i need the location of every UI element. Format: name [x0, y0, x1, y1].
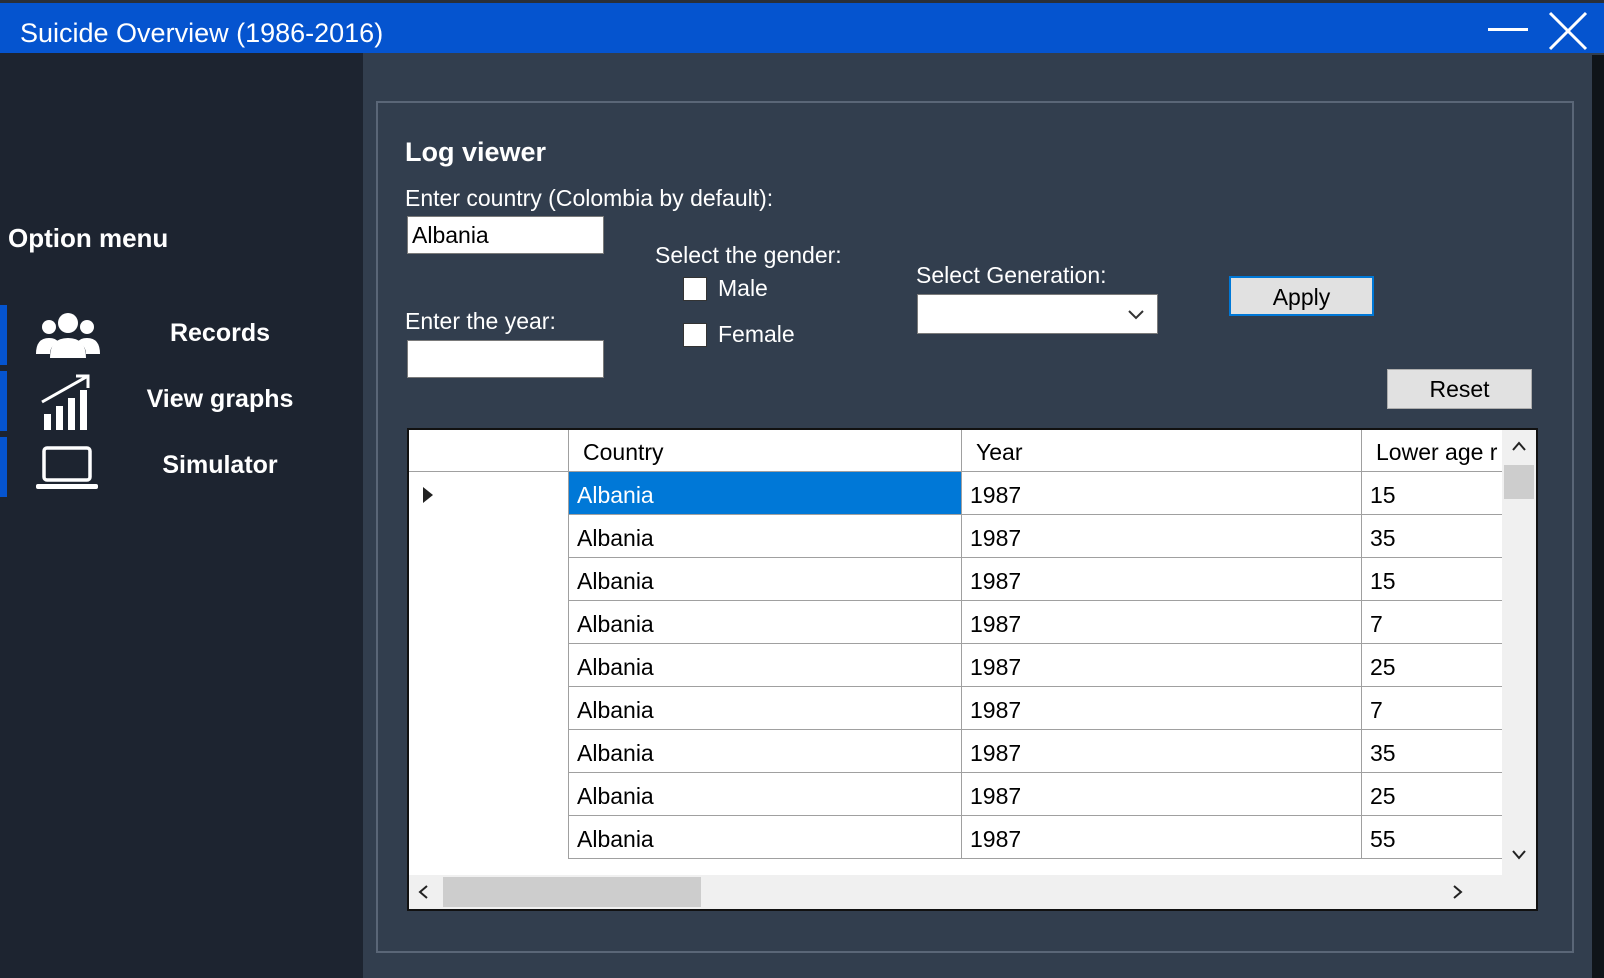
panel-title: Log viewer	[405, 137, 547, 167]
sidebar-item-records[interactable]: Records	[0, 305, 363, 365]
country-label: Enter country (Colombia by default):	[405, 185, 774, 211]
table-cell[interactable]: Albania	[569, 644, 962, 687]
title-bar[interactable]: Suicide Overview (1986-2016)	[0, 0, 1604, 53]
table-cell[interactable]: 1987	[962, 515, 1362, 558]
year-label: Enter the year:	[405, 308, 556, 334]
sidebar-title: Option menu	[8, 223, 169, 253]
year-input[interactable]	[407, 340, 604, 378]
row-header[interactable]	[409, 816, 569, 859]
female-checkbox[interactable]	[683, 323, 707, 347]
scroll-down-icon[interactable]	[1511, 849, 1527, 861]
male-label: Male	[718, 275, 768, 301]
table-cell[interactable]: Albania	[569, 558, 962, 601]
window-edge	[1592, 55, 1604, 978]
chevron-down-icon	[1128, 310, 1144, 320]
sidebar-item-simulator[interactable]: Simulator	[0, 437, 363, 497]
table-cell[interactable]: Albania	[569, 515, 962, 558]
row-header[interactable]	[409, 558, 569, 601]
table-cell[interactable]: 1987	[962, 730, 1362, 773]
apply-button[interactable]: Apply	[1229, 276, 1374, 316]
row-header[interactable]	[409, 472, 569, 515]
table-cell[interactable]: Albania	[569, 687, 962, 730]
table-cell[interactable]: Albania	[569, 472, 962, 515]
records-table[interactable]: Country Year Lower age r Albania 1987 15 Al…	[407, 428, 1538, 911]
reset-button[interactable]: Reset	[1387, 369, 1532, 409]
sidebar-item-label: Simulator	[162, 451, 278, 479]
app-window: Suicide Overview (1986-2016) Option menu…	[0, 0, 1604, 978]
horizontal-scroll-thumb[interactable]	[443, 877, 701, 907]
sidebar-item-view-graphs[interactable]: View graphs	[0, 371, 363, 431]
sidebar-item-label: Records	[169, 319, 271, 347]
row-header-corner	[409, 430, 569, 472]
generation-select[interactable]	[917, 294, 1158, 334]
log-viewer-panel: Log viewer Enter country (Colombia by de…	[376, 101, 1574, 953]
active-indicator	[0, 305, 7, 365]
scroll-up-icon[interactable]	[1511, 440, 1527, 452]
table-cell[interactable]: 1987	[962, 687, 1362, 730]
scroll-right-icon[interactable]	[1451, 884, 1465, 900]
nav-indicator	[0, 371, 7, 431]
current-row-icon	[423, 487, 433, 503]
table-cell[interactable]: Albania	[569, 730, 962, 773]
row-header[interactable]	[409, 687, 569, 730]
sidebar-item-label: View graphs	[146, 385, 294, 413]
column-header-country[interactable]: Country	[569, 430, 962, 472]
vertical-scroll-thumb[interactable]	[1504, 465, 1534, 499]
scroll-left-icon[interactable]	[417, 884, 431, 900]
table-cell[interactable]: 1987	[962, 816, 1362, 859]
gender-label: Select the gender:	[655, 242, 842, 268]
country-input[interactable]	[407, 216, 604, 254]
close-icon	[1548, 11, 1588, 51]
column-header-year[interactable]: Year	[962, 430, 1362, 472]
male-checkbox[interactable]	[683, 277, 707, 301]
table-cell[interactable]: 1987	[962, 558, 1362, 601]
window-title: Suicide Overview (1986-2016)	[20, 18, 384, 48]
table-cell[interactable]: 1987	[962, 601, 1362, 644]
row-header[interactable]	[409, 773, 569, 816]
row-header[interactable]	[409, 644, 569, 687]
table-cell[interactable]: 1987	[962, 644, 1362, 687]
table-cell[interactable]: 1987	[962, 773, 1362, 816]
table-cell[interactable]: Albania	[569, 601, 962, 644]
female-label: Female	[718, 321, 795, 347]
nav-indicator	[0, 437, 7, 497]
row-header[interactable]	[409, 601, 569, 644]
row-header[interactable]	[409, 730, 569, 773]
sidebar: Option menu Records View graphs Simulato…	[0, 53, 363, 978]
minimize-button[interactable]	[1486, 11, 1530, 51]
table-cell[interactable]: Albania	[569, 816, 962, 859]
table-cell[interactable]: Albania	[569, 773, 962, 816]
horizontal-scrollbar[interactable]	[409, 875, 1536, 909]
table-cell[interactable]: 1987	[962, 472, 1362, 515]
generation-label: Select Generation:	[916, 262, 1107, 288]
vertical-scrollbar[interactable]	[1502, 430, 1536, 875]
row-header[interactable]	[409, 515, 569, 558]
close-button[interactable]	[1546, 11, 1590, 51]
